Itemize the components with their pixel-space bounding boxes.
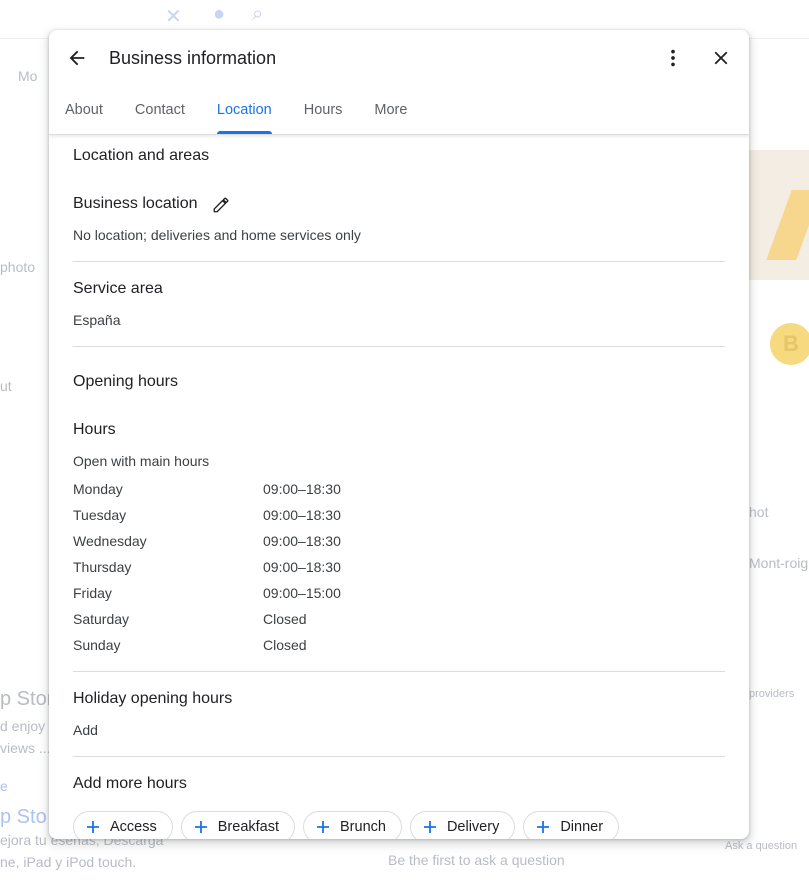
background-logo: B xyxy=(770,323,809,365)
chip-dinner[interactable]: Dinner xyxy=(523,811,620,839)
back-button[interactable] xyxy=(57,38,97,78)
clear-icon: ✕ xyxy=(165,6,182,28)
background-text: providers xyxy=(749,688,795,700)
plus-icon xyxy=(421,818,439,836)
more-vert-icon xyxy=(671,49,675,67)
search-icon: ⌕ xyxy=(252,3,264,25)
time-value: 09:00–18:30 xyxy=(263,507,341,523)
add-more-hours-label: Add more hours xyxy=(73,775,187,792)
tab-about[interactable]: About xyxy=(49,90,119,134)
pencil-icon xyxy=(213,197,229,213)
background-text: ne, iPad y iPod touch. xyxy=(0,854,137,870)
section-title-location: Location and areas xyxy=(73,147,210,164)
chip-brunch[interactable]: Brunch xyxy=(303,811,402,839)
background-text: ut xyxy=(0,378,12,394)
plus-icon xyxy=(84,818,102,836)
background-text: Mo xyxy=(18,68,38,84)
tab-hours[interactable]: Hours xyxy=(288,90,359,134)
close-button[interactable] xyxy=(701,38,741,78)
background-text: e xyxy=(0,778,8,794)
holiday-hours-label[interactable]: Holiday opening hours xyxy=(73,690,232,708)
day-label: Tuesday xyxy=(73,507,127,523)
service-area-label[interactable]: Service area xyxy=(73,280,163,298)
arrow-back-icon xyxy=(69,50,85,66)
tab-bar: About Contact Location Hours More xyxy=(49,90,423,134)
background-text: See outsid xyxy=(748,286,809,302)
divider xyxy=(73,261,725,262)
divider xyxy=(73,671,725,672)
service-area-value: España xyxy=(73,312,121,328)
day-label: Monday xyxy=(73,481,123,497)
plus-icon xyxy=(534,818,552,836)
chip-label: Dinner xyxy=(560,819,604,835)
day-label: Sunday xyxy=(73,637,121,653)
hours-status: Open with main hours xyxy=(73,453,210,469)
chip-breakfast[interactable]: Breakfast xyxy=(180,811,295,839)
divider xyxy=(73,756,725,757)
time-value: 09:00–18:30 xyxy=(263,533,341,549)
edit-business-location-button[interactable] xyxy=(210,194,232,216)
chip-access[interactable]: Access xyxy=(73,811,173,839)
chip-label: Breakfast xyxy=(217,819,279,835)
time-value: 09:00–18:30 xyxy=(263,559,341,575)
background-text: p Sto xyxy=(0,806,47,828)
chip-label: Delivery xyxy=(446,819,500,835)
business-location-label[interactable]: Business location xyxy=(73,195,198,213)
divider xyxy=(73,346,725,347)
close-icon xyxy=(714,51,728,65)
dialog-title: Business information xyxy=(109,48,277,68)
business-location-value: No location; deliveries and home service… xyxy=(73,227,361,243)
background-text: Be the first to ask a question xyxy=(388,852,565,868)
background-text: p Stor xyxy=(0,688,54,710)
background-text: Ask a question xyxy=(725,840,798,852)
background-text: d enjoy xyxy=(0,718,46,734)
time-value: Closed xyxy=(263,637,307,653)
day-label: Friday xyxy=(73,585,112,601)
background-text: photo xyxy=(0,259,36,275)
dialog-header: Business information About Contact Locat… xyxy=(49,30,749,135)
time-value: 09:00–18:30 xyxy=(263,481,341,497)
holiday-hours-add[interactable]: Add xyxy=(73,722,98,738)
background-text: Mont-roig xyxy=(749,555,809,571)
tab-location[interactable]: Location xyxy=(201,90,288,134)
hours-label[interactable]: Hours xyxy=(73,421,116,439)
tab-contact[interactable]: Contact xyxy=(119,90,201,134)
chip-delivery[interactable]: Delivery xyxy=(409,811,516,839)
time-value: 09:00–15:00 xyxy=(263,585,341,601)
chip-label: Access xyxy=(110,819,157,835)
background-text: views ... xyxy=(0,740,51,756)
plus-icon xyxy=(192,818,210,836)
more-options-button[interactable] xyxy=(653,38,693,78)
section-title-opening-hours: Opening hours xyxy=(73,373,178,390)
day-label: Thursday xyxy=(73,559,132,575)
background-text: hot xyxy=(749,504,769,520)
day-label: Saturday xyxy=(73,611,130,627)
chip-label: Brunch xyxy=(340,819,386,835)
mic-icon: ● xyxy=(213,3,226,25)
day-label: Wednesday xyxy=(73,533,147,549)
time-value: Closed xyxy=(263,611,307,627)
background-photo xyxy=(749,150,809,280)
business-information-dialog: Business information About Contact Locat… xyxy=(49,30,749,839)
add-hours-chips: Access Breakfast Brunch Delivery Dinner xyxy=(73,811,620,839)
plus-icon xyxy=(314,818,332,836)
tab-more[interactable]: More xyxy=(358,90,423,134)
